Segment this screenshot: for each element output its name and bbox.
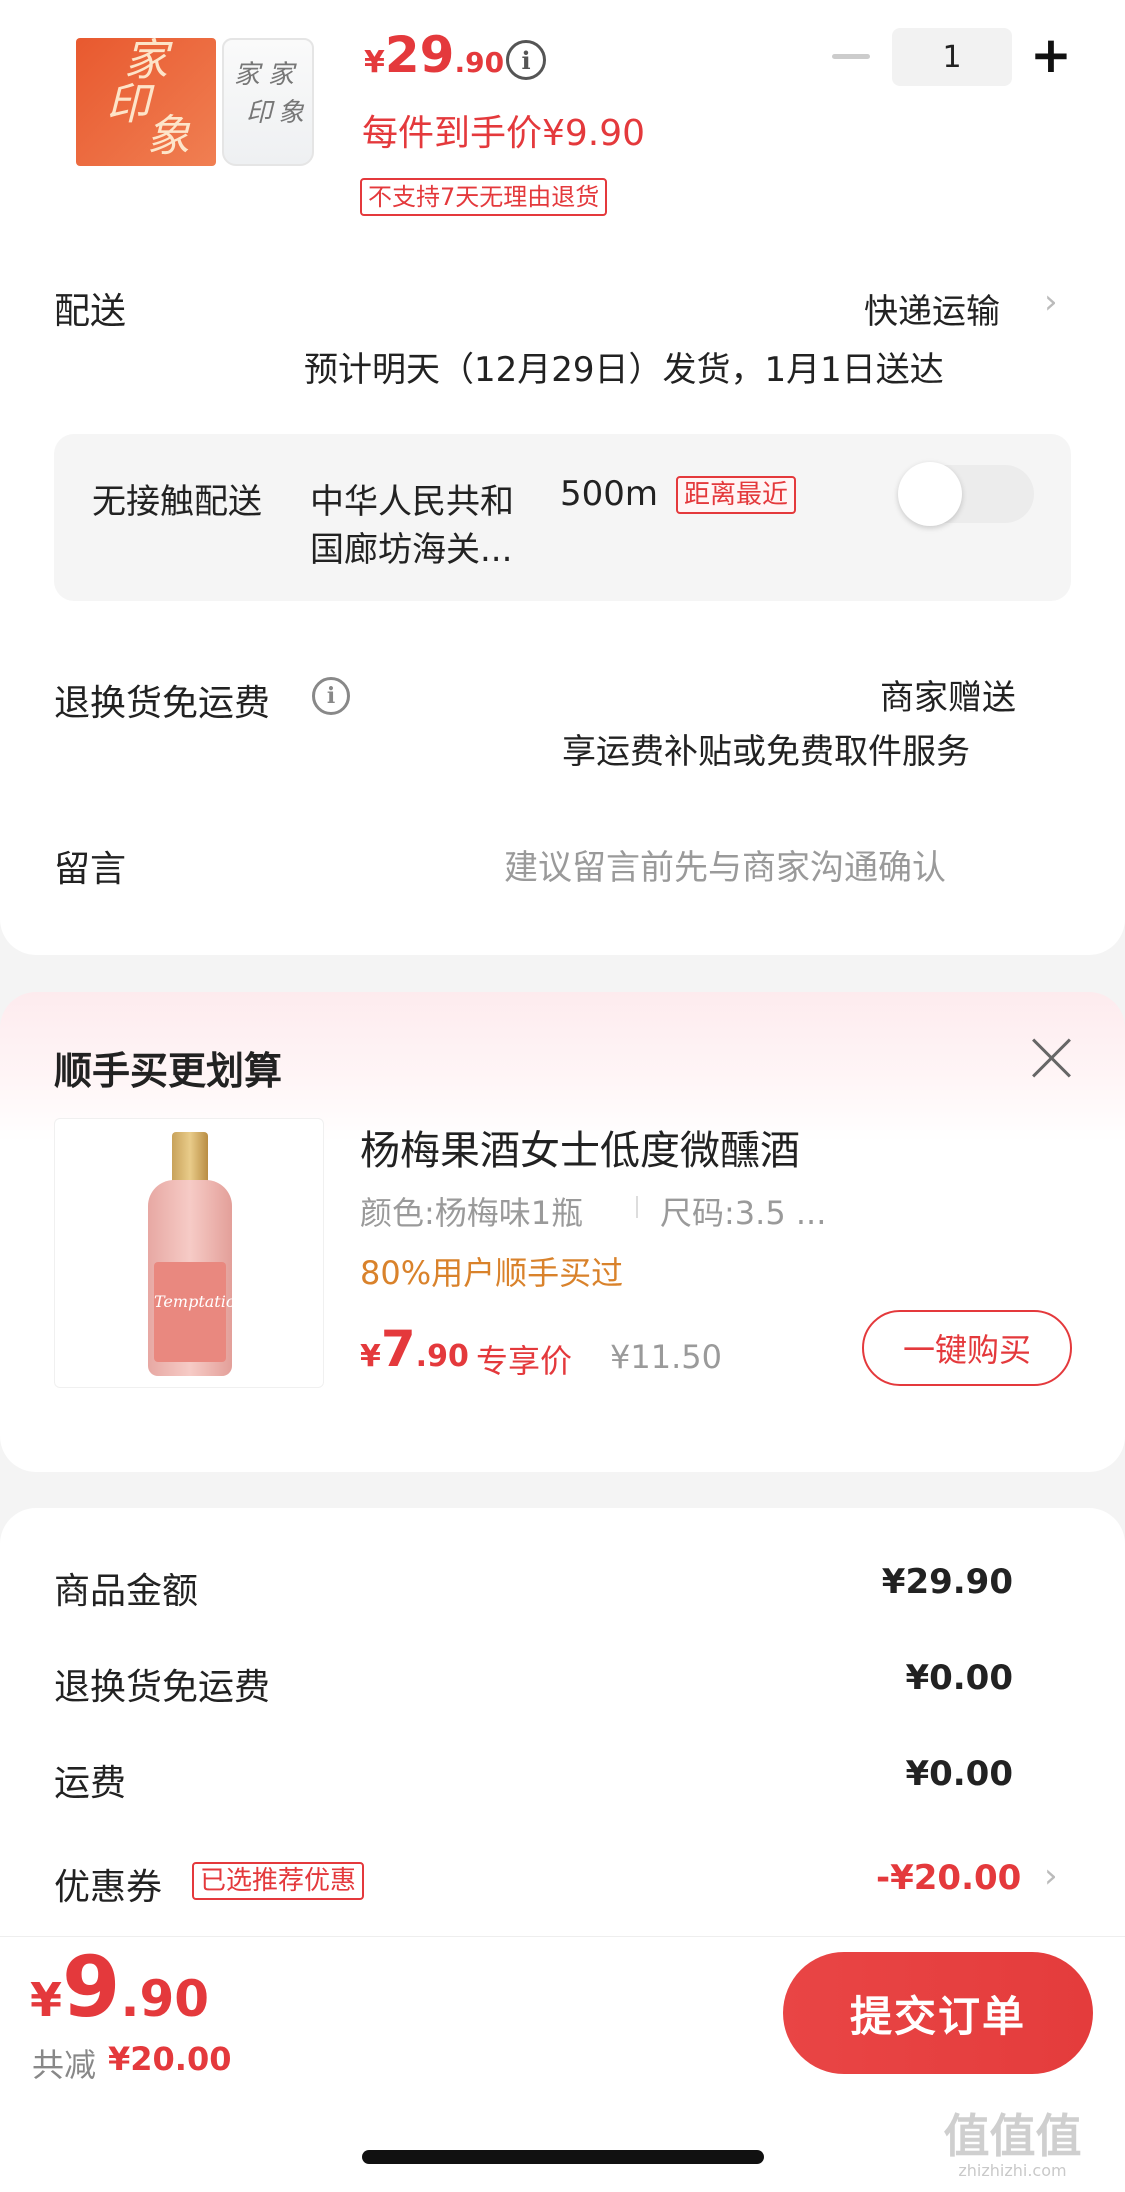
coupon-value[interactable]: -¥20.00 <box>876 1858 1021 1898</box>
info-glyph: i <box>521 45 531 75</box>
summary-value: ¥29.90 <box>881 1562 1013 1602</box>
toggle-knob[interactable] <box>898 462 962 526</box>
price-decimal: .90 <box>120 1970 210 2028</box>
price-integer: 7 <box>380 1320 416 1378</box>
addon-spec-size: 尺码:3.5 ... <box>660 1194 827 1232</box>
addon-title: 顺手买更划算 <box>54 1049 283 1093</box>
summary-row: 运费 ¥0.00 <box>54 1754 1071 1804</box>
bottle-char: 家 <box>268 60 295 90</box>
delivery-method[interactable]: 快递运输 <box>864 284 1000 333</box>
price-decimal: .90 <box>454 46 505 79</box>
one-click-buy-button[interactable]: 一键购买 <box>862 1310 1072 1386</box>
message-input[interactable]: 建议留言前先与商家沟通确认 <box>504 840 946 889</box>
bottle-char: 象 <box>278 98 305 128</box>
price-info-icon[interactable]: i <box>506 40 546 80</box>
increase-quantity-button[interactable]: + <box>1030 30 1072 80</box>
product-bottle-image[interactable]: 家 家 印 象 <box>222 38 314 166</box>
addon-social-proof: 80%用户顺手买过 <box>360 1254 624 1292</box>
quantity-input[interactable]: 1 <box>892 28 1012 86</box>
return-policy-tag: 不支持7天无理由退货 <box>360 178 608 216</box>
price-integer: 9 <box>62 1938 121 2036</box>
exclusive-price-label: 专享价 <box>476 1342 573 1380</box>
return-shipping-label: 退换货免运费 <box>54 683 271 724</box>
delivery-estimate: 预计明天（12月29日）发货，1月1日送达 <box>304 350 944 390</box>
product-box-image[interactable]: 家 印 象 <box>76 35 216 166</box>
close-icon[interactable] <box>1030 1036 1074 1080</box>
box-char: 象 <box>146 111 190 162</box>
summary-value: ¥0.00 <box>905 1754 1013 1794</box>
coupon-label: 优惠券 <box>54 1867 163 1908</box>
addon-spec-color: 颜色:杨梅味1瓶 <box>360 1194 584 1232</box>
return-shipping-desc: 享运费补贴或免费取件服务 <box>562 732 970 772</box>
nearest-tag: 距离最近 <box>676 476 797 514</box>
addon-price: ¥7.90 <box>360 1320 469 1378</box>
price-symbol: ¥ <box>364 45 385 80</box>
spec-divider <box>636 1196 638 1218</box>
summary-label: 运费 <box>54 1763 127 1804</box>
watermark-domain: zhizhizhi.com <box>958 2161 1067 2180</box>
contactless-address-line1: 中华人民共和 <box>310 482 514 522</box>
box-char: 印 <box>106 79 150 130</box>
saved-value: ¥20.00 <box>108 2040 232 2078</box>
chevron-right-icon[interactable]: › <box>1044 282 1058 322</box>
submit-order-button[interactable]: 提交订单 <box>783 1952 1093 2074</box>
saved-label: 共减 <box>32 2046 97 2084</box>
message-label: 留言 <box>54 849 127 890</box>
delivery-label: 配送 <box>54 291 127 332</box>
price-integer: 29 <box>384 26 455 84</box>
wine-bottle-label: Temptation <box>154 1262 246 1362</box>
decrease-quantity-button[interactable] <box>832 54 870 59</box>
unit-price-text: 每件到手价¥9.90 <box>362 113 646 154</box>
contactless-label: 无接触配送 <box>92 482 262 522</box>
bottle-char: 印 <box>246 98 273 128</box>
contactless-address-line2: 国廊坊海关... <box>310 530 513 570</box>
bottle-char: 家 <box>234 60 261 90</box>
info-glyph: i <box>326 683 336 709</box>
summary-row: 商品金额 ¥29.90 <box>54 1562 1071 1612</box>
summary-row: 退换货免运费 ¥0.00 <box>54 1658 1071 1708</box>
contactless-distance: 500m <box>560 474 659 514</box>
summary-value: ¥0.00 <box>905 1658 1013 1698</box>
return-shipping-gift: 商家赠送 <box>880 678 1016 718</box>
chevron-right-icon[interactable]: › <box>1044 1856 1058 1896</box>
original-price: ¥11.50 <box>610 1338 722 1376</box>
addon-product-name[interactable]: 杨梅果酒女士低度微醺酒 <box>360 1118 800 1176</box>
home-indicator[interactable] <box>362 2150 764 2164</box>
summary-label: 商品金额 <box>54 1571 199 1612</box>
summary-label: 退换货免运费 <box>54 1667 271 1708</box>
price-symbol: ¥ <box>360 1339 381 1374</box>
coupon-tag: 已选推荐优惠 <box>192 1862 365 1900</box>
product-price: ¥29.90 <box>364 26 504 84</box>
price-symbol: ¥ <box>30 1973 63 2027</box>
watermark-text: 值值值 <box>943 2109 1082 2163</box>
return-info-icon[interactable]: i <box>312 677 350 715</box>
watermark: 值值值 zhizhizhi.com <box>905 2110 1120 2186</box>
total-price: ¥9.90 <box>30 1938 209 2036</box>
price-decimal: .90 <box>415 1339 469 1374</box>
